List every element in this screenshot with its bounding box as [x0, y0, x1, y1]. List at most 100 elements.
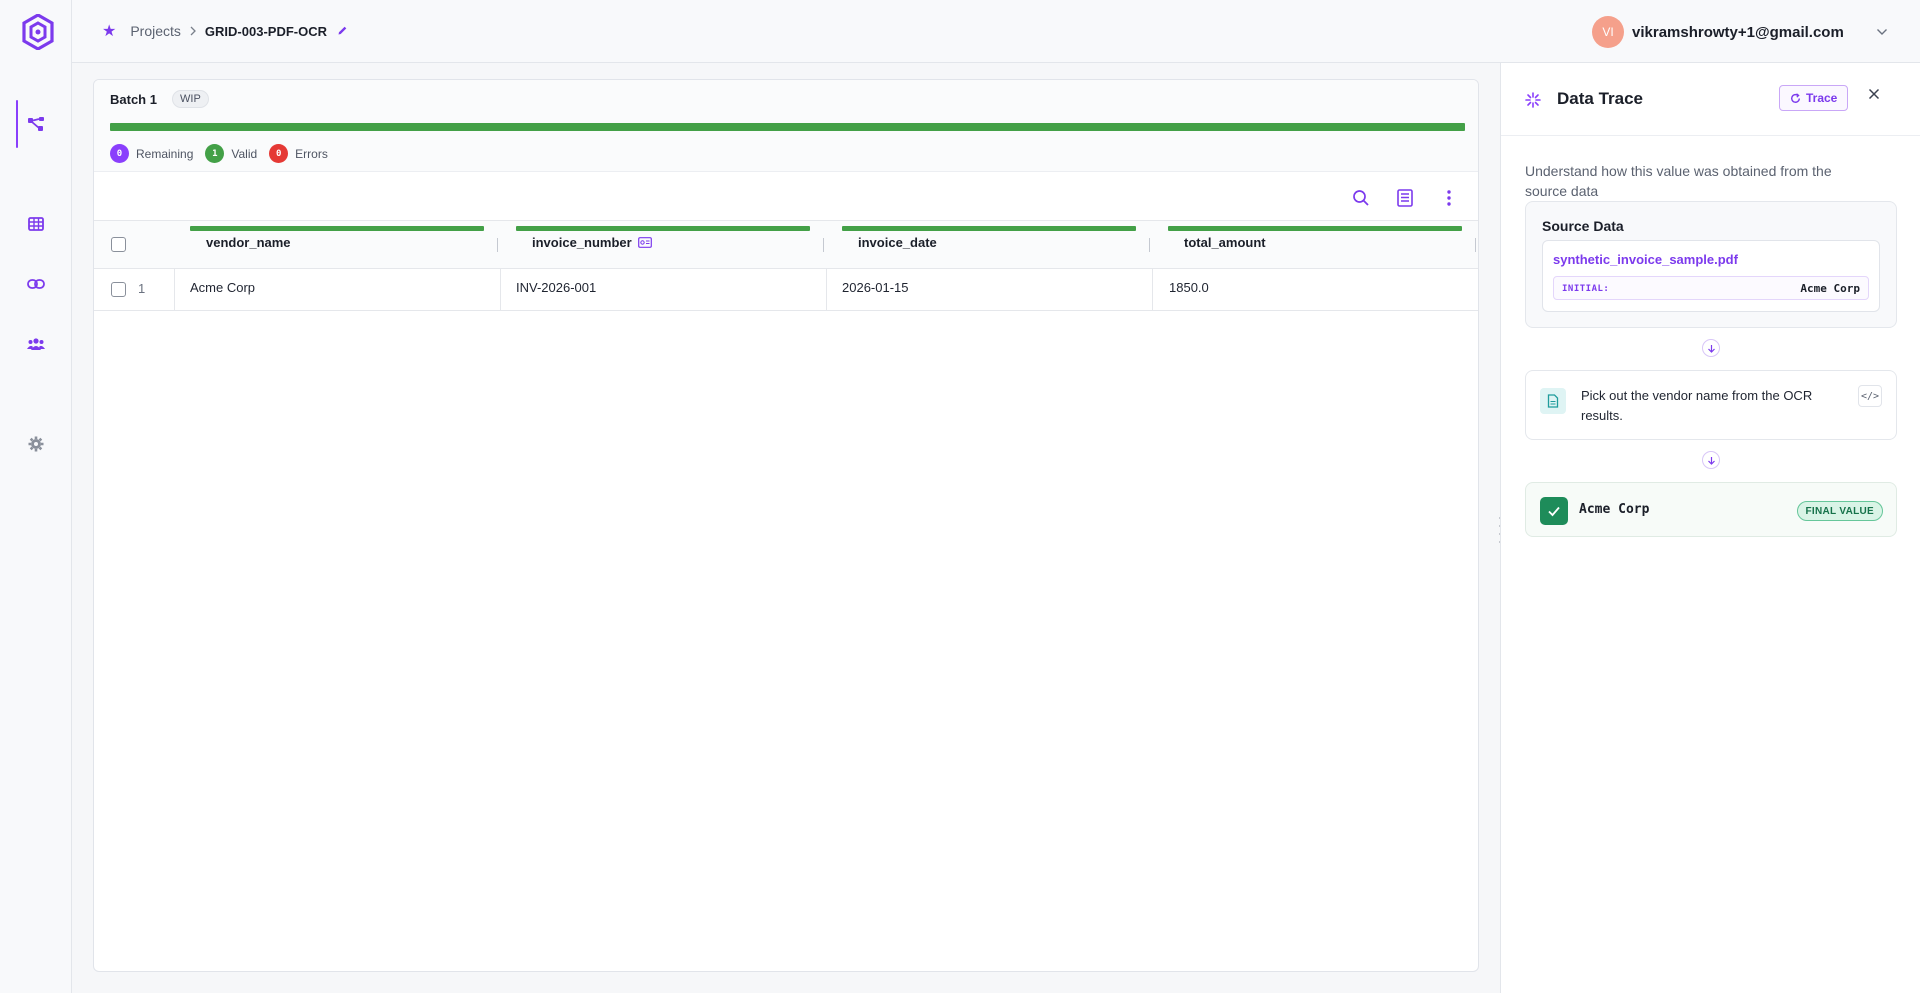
valid-label: Valid	[231, 146, 258, 161]
stat-valid: 1 Valid	[205, 144, 257, 163]
select-all-checkbox[interactable]	[111, 237, 126, 252]
errors-count: 0	[269, 144, 289, 163]
cell-invoice-number[interactable]: INV-2026-001	[516, 280, 596, 295]
batch-header: Batch 1 WIP 0 Remaining 1 Valid 0 Errors	[94, 80, 1478, 172]
nav-workflow[interactable]	[0, 100, 72, 148]
arrow-down-icon	[1702, 451, 1720, 469]
user-menu[interactable]: VI vikramshrowty+1@gmail.com	[1592, 16, 1888, 48]
source-file-card: synthetic_invoice_sample.pdf INITIAL: Ac…	[1542, 240, 1880, 312]
transformation-step-card: Pick out the vendor name from the OCR re…	[1525, 370, 1897, 440]
final-value: Acme Corp	[1579, 502, 1650, 517]
column-header-vendor-name[interactable]: vendor_name	[206, 235, 291, 250]
chevron-right-icon	[189, 23, 197, 39]
cell-divider	[500, 269, 501, 311]
search-button[interactable]	[1346, 183, 1376, 213]
remaining-count: 0	[110, 144, 129, 163]
cell-divider	[826, 269, 827, 311]
cell-invoice-date[interactable]: 2026-01-15	[842, 280, 909, 295]
star-icon[interactable]: ★	[102, 21, 116, 41]
data-trace-panel: Data Trace Trace Understand how this val…	[1500, 63, 1920, 993]
chevron-down-icon[interactable]	[1876, 23, 1888, 41]
column-resizer[interactable]	[1475, 238, 1476, 252]
nav-team[interactable]	[0, 324, 72, 364]
cell-total-amount[interactable]: 1850.0	[1169, 280, 1209, 295]
grid-header: vendor_name invoice_number invoice_date …	[94, 220, 1478, 269]
check-icon	[1540, 497, 1568, 525]
final-value-card: Acme Corp FINAL VALUE	[1525, 482, 1897, 537]
column-label: vendor_name	[206, 235, 291, 250]
nav-settings[interactable]	[0, 424, 72, 464]
remaining-label: Remaining	[136, 146, 194, 161]
breadcrumb: ★ Projects GRID-003-PDF-OCR	[102, 21, 348, 41]
nav-links[interactable]	[0, 264, 72, 304]
column-status-bar	[516, 226, 810, 231]
report-button[interactable]	[1390, 183, 1420, 213]
breadcrumb-current: GRID-003-PDF-OCR	[204, 23, 327, 39]
initial-value: Acme Corp	[1800, 282, 1860, 295]
source-data-label: Source Data	[1542, 218, 1624, 234]
top-bar: ★ Projects GRID-003-PDF-OCR VI vikramshr…	[72, 0, 1920, 63]
final-value-badge: FINAL VALUE	[1796, 501, 1883, 521]
valid-count: 1	[205, 144, 225, 163]
grid-toolbar	[1332, 183, 1464, 213]
batch-title: Batch 1	[110, 92, 157, 107]
sparkle-icon	[1525, 92, 1541, 113]
table-icon	[28, 217, 44, 231]
source-file-link[interactable]: synthetic_invoice_sample.pdf	[1553, 252, 1738, 267]
arrow-down-icon	[1702, 339, 1720, 357]
initial-value-box: INITIAL: Acme Corp	[1553, 276, 1869, 300]
trace-button[interactable]: Trace	[1779, 85, 1849, 111]
column-label: invoice_date	[858, 235, 937, 250]
column-status-bar	[190, 226, 484, 231]
column-resizer[interactable]	[823, 238, 824, 252]
batch-card: Batch 1 WIP 0 Remaining 1 Valid 0 Errors	[93, 79, 1479, 972]
cell-divider	[174, 269, 175, 311]
column-label: total_amount	[1184, 235, 1266, 250]
workflow-icon	[28, 117, 44, 131]
gear-icon	[28, 436, 44, 452]
user-email: vikramshrowty+1@gmail.com	[1632, 23, 1844, 41]
stat-errors: 0 Errors	[269, 144, 328, 163]
column-status-bar	[842, 226, 1136, 231]
column-resizer[interactable]	[1149, 238, 1150, 252]
table-row[interactable]: 1 Acme Corp INV-2026-001 2026-01-15 1850…	[94, 269, 1478, 311]
row-checkbox[interactable]	[111, 282, 126, 297]
panel-title: Data Trace	[1557, 89, 1643, 108]
stat-remaining: 0 Remaining	[110, 144, 193, 163]
column-header-total-amount[interactable]: total_amount	[1184, 235, 1266, 250]
left-rail	[0, 0, 72, 993]
panel-divider	[1501, 135, 1920, 136]
source-data-card: Source Data synthetic_invoice_sample.pdf…	[1525, 201, 1897, 328]
column-label: invoice_number	[532, 235, 632, 250]
cell-divider	[1152, 269, 1153, 311]
view-code-button[interactable]: </>	[1858, 385, 1882, 407]
nav-table[interactable]	[0, 204, 72, 244]
column-resizer[interactable]	[497, 238, 498, 252]
column-header-invoice-date[interactable]: invoice_date	[858, 235, 937, 250]
close-panel-button[interactable]	[1867, 87, 1881, 106]
document-list-icon	[1397, 189, 1413, 207]
errors-label: Errors	[295, 146, 328, 161]
edit-pencil-icon[interactable]	[337, 23, 348, 39]
cell-vendor-name[interactable]: Acme Corp	[190, 280, 255, 295]
step-description: Pick out the vendor name from the OCR re…	[1581, 388, 1813, 423]
panel-description: Understand how this value was obtained f…	[1525, 163, 1832, 199]
initial-label: INITIAL:	[1562, 284, 1610, 294]
link-icon	[27, 279, 45, 289]
batch-progress-bar	[110, 123, 1465, 131]
refresh-icon	[1791, 92, 1800, 103]
batch-stats: 0 Remaining 1 Valid 0 Errors	[110, 144, 340, 163]
search-icon	[1353, 190, 1369, 206]
app-logo[interactable]	[22, 14, 54, 50]
more-vertical-icon	[1447, 190, 1451, 206]
document-icon	[1540, 388, 1566, 414]
status-badge: WIP	[172, 90, 209, 108]
column-header-invoice-number[interactable]: invoice_number	[532, 235, 652, 250]
breadcrumb-projects[interactable]: Projects	[130, 23, 181, 39]
trace-button-label: Trace	[1806, 91, 1838, 105]
more-options-button[interactable]	[1434, 183, 1464, 213]
row-number: 1	[138, 281, 146, 296]
column-status-bar	[1168, 226, 1462, 231]
id-card-icon	[637, 237, 652, 248]
avatar[interactable]: VI	[1592, 16, 1624, 48]
